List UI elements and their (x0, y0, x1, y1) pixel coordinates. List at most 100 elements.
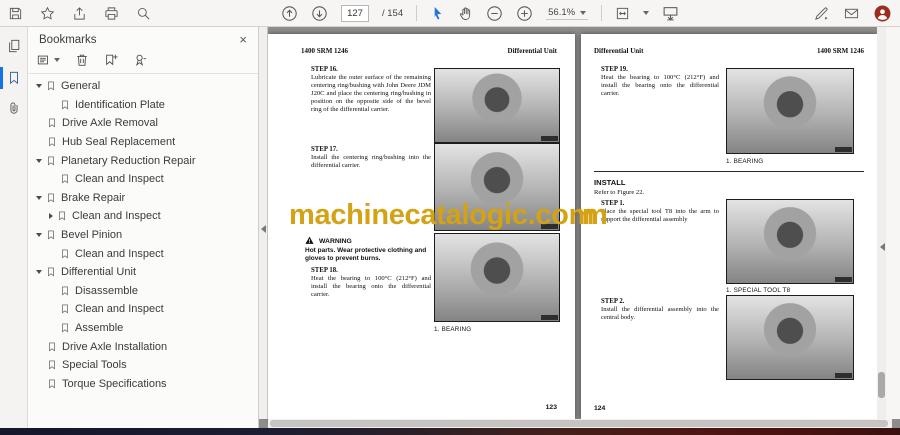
bookmark-item[interactable]: Clean and Inspect (28, 244, 258, 263)
vertical-scrollbar-thumb[interactable] (878, 372, 885, 398)
chevron-down-icon[interactable] (36, 84, 42, 89)
bookmark-label: Planetary Reduction Repair (61, 154, 196, 167)
bookmark-label: Hub Seal Replacement (62, 136, 176, 149)
bookmark-item[interactable]: Drive Axle Removal (28, 114, 258, 133)
zoom-out-icon[interactable] (486, 5, 503, 22)
bookmark-icon (7, 71, 21, 85)
bookmark-item[interactable]: General (28, 77, 258, 96)
select-cursor-icon[interactable] (430, 6, 445, 21)
chevron-right-icon[interactable] (49, 213, 53, 220)
reading-mode-icon[interactable] (662, 5, 679, 22)
save-icon[interactable] (8, 6, 23, 21)
bookmark-item[interactable]: Differential Unit (28, 263, 258, 282)
document-viewport[interactable]: 1400 SRM 1246 Differential Unit STEP 16.… (268, 27, 877, 419)
search-icon[interactable] (136, 6, 151, 21)
zoom-level-dropdown[interactable]: 56.1% (546, 6, 589, 20)
previous-page-icon[interactable] (281, 5, 298, 22)
toolbar-separator (416, 5, 418, 21)
caret-placeholder (36, 345, 43, 349)
pdf-page-124[interactable]: Differential Unit 1400 SRM 1246 STEP 19.… (581, 34, 877, 419)
caret-placeholder (36, 140, 43, 144)
new-bookmark-icon[interactable] (104, 53, 118, 67)
bookmarks-panel-header: Bookmarks × (28, 27, 258, 49)
bookmark-label: Clean and Inspect (75, 247, 164, 260)
bookmark-item[interactable]: Identification Plate (28, 96, 258, 115)
page-thumbnails-tab[interactable] (0, 33, 27, 59)
horizontal-scrollbar-thumb[interactable] (270, 420, 888, 427)
right-pane-strip (885, 27, 900, 419)
chevron-down-icon (580, 10, 587, 15)
pdf-page-123[interactable]: 1400 SRM 1246 Differential Unit STEP 16.… (268, 34, 575, 419)
bookmark-item[interactable]: Planetary Reduction Repair (28, 151, 258, 170)
star-icon[interactable] (40, 6, 55, 21)
bookmark-item[interactable]: Clean and Inspect (28, 170, 258, 189)
delete-bookmark-icon[interactable] (75, 53, 89, 67)
user-avatar[interactable] (874, 5, 891, 22)
figure-caption: 1. SPECIAL TOOL T8 (726, 287, 791, 294)
collapse-right-pane-icon[interactable] (880, 243, 885, 251)
bookmark-item[interactable]: Torque Specifications (28, 375, 258, 394)
figure-caption: 1. BEARING (726, 158, 764, 165)
bookmark-label: Drive Axle Installation (62, 340, 168, 353)
bookmark-icon (46, 80, 56, 92)
attachments-tab[interactable] (0, 95, 27, 121)
panel-divider[interactable] (259, 27, 268, 419)
bookmark-item[interactable]: Clean and Inspect (28, 300, 258, 319)
bookmark-item[interactable]: Brake Repair (28, 189, 258, 208)
bookmark-label: Identification Plate (75, 98, 165, 111)
email-icon[interactable] (844, 6, 859, 21)
install-reference: Refer to Figure 22. (594, 189, 645, 196)
bookmark-label: Clean and Inspect (72, 210, 161, 223)
taskbar-edge (0, 428, 900, 435)
figure-caption: 1. BEARING (434, 326, 472, 333)
share-upload-icon[interactable] (72, 6, 87, 21)
caret-placeholder (49, 252, 56, 256)
fill-sign-pen-icon[interactable] (814, 6, 829, 21)
collapse-panel-icon[interactable] (260, 225, 266, 233)
step-title: STEP 19. (601, 66, 628, 73)
toolbar-center-group: / 154 56.1% (281, 0, 679, 26)
bookmark-label: General (61, 80, 101, 93)
page-number: 123 (545, 404, 557, 411)
bookmark-label: Torque Specifications (62, 377, 167, 390)
bookmark-item[interactable]: Bevel Pinion (28, 226, 258, 245)
bookmarks-panel-toolbar (28, 49, 258, 74)
bookmark-item[interactable]: Disassemble (28, 282, 258, 301)
chevron-down-icon[interactable] (36, 195, 42, 200)
bookmark-options-button[interactable] (37, 53, 60, 67)
zoom-in-icon[interactable] (516, 5, 533, 22)
step-title: STEP 1. (601, 200, 625, 207)
bookmarks-tab[interactable] (0, 65, 27, 91)
page-number-input[interactable] (341, 4, 369, 22)
bookmark-icon (47, 359, 57, 371)
print-icon[interactable] (104, 6, 119, 21)
bookmark-item[interactable]: Hub Seal Replacement (28, 133, 258, 152)
expand-current-bookmark-icon[interactable] (133, 53, 147, 67)
bookmark-item[interactable]: Assemble (28, 319, 258, 338)
fit-page-icon[interactable] (615, 6, 630, 21)
close-icon[interactable]: × (239, 33, 247, 46)
step-title: STEP 17. (311, 146, 338, 153)
horizontal-scrollbar[interactable] (268, 419, 892, 428)
vertical-scrollbar[interactable] (877, 27, 886, 419)
chevron-down-icon[interactable] (36, 233, 42, 238)
hand-tool-icon[interactable] (458, 6, 473, 21)
figure-photo-step19 (726, 68, 854, 154)
bookmark-item[interactable]: Clean and Inspect (28, 207, 258, 226)
bookmark-item[interactable]: Drive Axle Installation (28, 337, 258, 356)
step-title: STEP 2. (601, 298, 625, 305)
bookmark-item[interactable]: Special Tools (28, 356, 258, 375)
next-page-icon[interactable] (311, 5, 328, 22)
bookmark-icon (57, 210, 67, 222)
bookmark-icon (60, 303, 70, 315)
chevron-down-icon[interactable] (36, 270, 42, 275)
bookmark-label: Special Tools (62, 359, 127, 372)
page-number: 124 (594, 405, 606, 412)
step-title: STEP 18. (311, 267, 338, 274)
bookmark-icon (46, 229, 56, 241)
bookmark-label: Differential Unit (61, 266, 136, 279)
step-16-block: STEP 16. Lubricate the outer surface of … (311, 66, 431, 114)
chevron-down-icon[interactable] (36, 158, 42, 163)
zoom-level-value: 56.1% (548, 7, 576, 18)
chevron-down-icon[interactable] (643, 11, 650, 15)
